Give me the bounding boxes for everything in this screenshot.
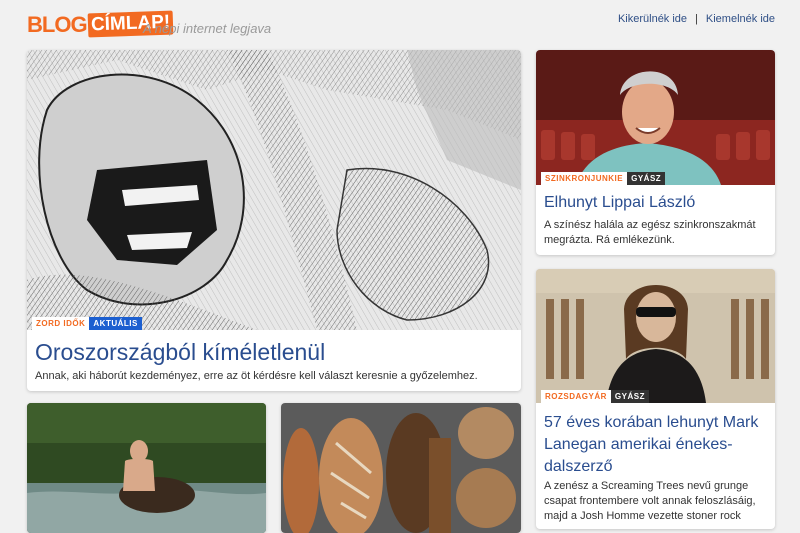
site-tagline: A népi internet legjava	[143, 21, 272, 36]
side-article-image-1[interactable]	[536, 50, 775, 185]
category-tag[interactable]: ZORD IDŐK	[32, 317, 90, 330]
main-article-tags: ZORD IDŐK AKTUÁLIS	[32, 317, 142, 330]
bottom-article-image-2[interactable]	[281, 403, 521, 533]
main-article-title[interactable]: Oroszországból kíméletlenül	[35, 339, 325, 366]
side-article-lead-2: A zenész a Screaming Trees nevű grunge c…	[544, 480, 756, 522]
side-article-title-2[interactable]: 57 éves korában lehunyt Mark Lanegan ame…	[544, 412, 772, 478]
main-article-image[interactable]	[27, 50, 521, 330]
side-article-card-1[interactable]: SZINKRONJUNKIE GYÁSZ Elhunyt Lippai Lász…	[536, 50, 775, 255]
side-article-title-1[interactable]: Elhunyt Lippai László	[544, 194, 695, 212]
logo-blog-text: BLOG	[27, 12, 88, 37]
bottom-article-image-1[interactable]	[27, 403, 266, 533]
category-tag[interactable]: ROZSDAGYÁR	[541, 390, 611, 403]
link-kiemelnek[interactable]: Kiemelnék ide	[706, 13, 775, 25]
top-links: Kikerülnék ide | Kiemelnék ide	[618, 13, 775, 25]
main-article-lead: Annak, aki háborút kezdeményez, erre az …	[35, 370, 478, 382]
type-tag[interactable]: AKTUÁLIS	[89, 317, 142, 330]
bottom-article-card-1[interactable]	[27, 403, 266, 533]
side-article-image-2[interactable]	[536, 269, 775, 403]
main-article-card[interactable]: ZORD IDŐK AKTUÁLIS Oroszországból kíméle…	[27, 50, 521, 391]
side-article-tags-1: SZINKRONJUNKIE GYÁSZ	[541, 172, 666, 185]
side-article-card-2[interactable]: ROZSDAGYÁR GYÁSZ 57 éves korában lehunyt…	[536, 269, 775, 529]
link-separator: |	[695, 13, 698, 25]
type-tag[interactable]: GYÁSZ	[627, 172, 666, 185]
type-tag[interactable]: GYÁSZ	[610, 390, 649, 403]
category-tag[interactable]: SZINKRONJUNKIE	[541, 172, 628, 185]
site-header: BLOG CÍMLAP! A népi internet legjava Kik…	[0, 0, 800, 46]
side-article-tags-2: ROZSDAGYÁR GYÁSZ	[541, 390, 649, 403]
bottom-article-card-2[interactable]	[281, 403, 521, 533]
side-article-lead-1: A színész halála az egész szinkronszakmá…	[544, 219, 756, 246]
link-kikerulnek[interactable]: Kikerülnék ide	[618, 13, 687, 25]
